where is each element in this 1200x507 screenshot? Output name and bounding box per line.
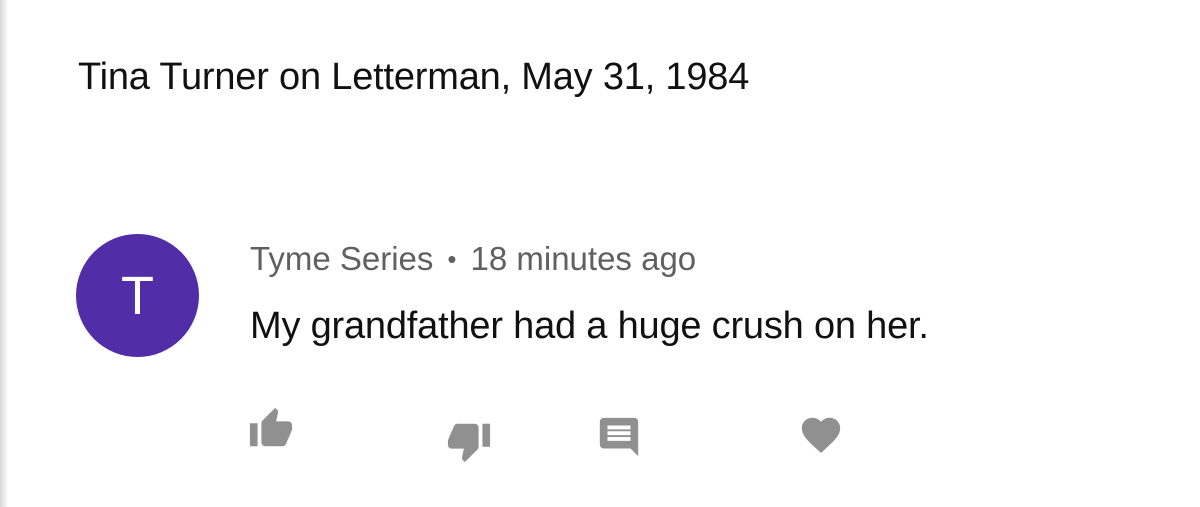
comment-meta: Tyme Series • 18 minutes ago	[250, 240, 696, 278]
left-edge-shadow	[0, 0, 8, 507]
reply-comment-icon	[599, 417, 639, 457]
avatar[interactable]: T	[76, 234, 199, 357]
comment-author[interactable]: Tyme Series	[250, 240, 433, 278]
heart-icon	[801, 417, 841, 453]
dislike-button[interactable]	[444, 416, 494, 466]
like-button[interactable]	[246, 404, 296, 454]
comment-timestamp: 18 minutes ago	[470, 240, 697, 277]
comment-text: My grandfather had a huge crush on her.	[250, 305, 929, 347]
thumbs-down-icon	[447, 423, 491, 463]
meta-separator: •	[447, 243, 457, 274]
reply-button[interactable]	[594, 412, 644, 462]
heart-button[interactable]	[796, 410, 846, 460]
avatar-letter: T	[121, 265, 154, 326]
video-title: Tina Turner on Letterman, May 31, 1984	[78, 56, 750, 98]
thumbs-up-icon	[249, 407, 293, 447]
